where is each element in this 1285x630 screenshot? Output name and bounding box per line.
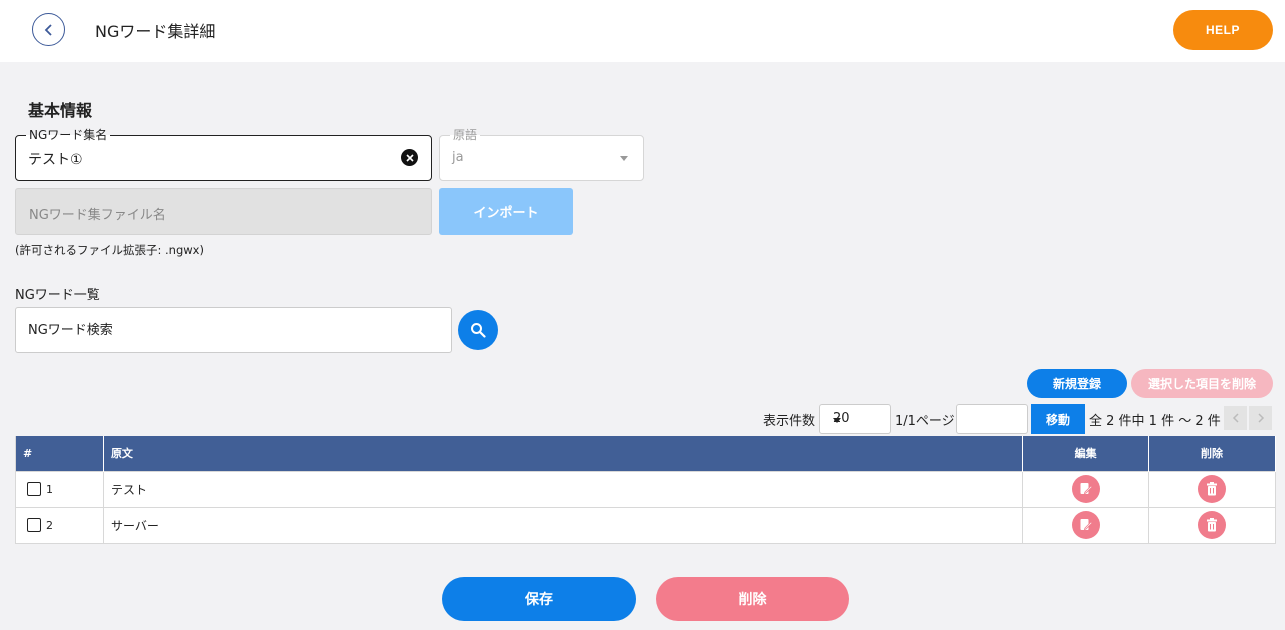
import-button[interactable]: インポート bbox=[439, 188, 573, 235]
edit-cell bbox=[1022, 470, 1150, 507]
chevron-right-icon bbox=[1257, 413, 1264, 423]
delete-selected-button[interactable]: 選択した項目を削除 bbox=[1131, 369, 1273, 398]
edit-icon bbox=[1080, 519, 1093, 531]
col-header-number: # bbox=[15, 436, 104, 471]
page-title: NGワード集詳細 bbox=[95, 22, 216, 41]
source-language-label: 原語 bbox=[450, 127, 481, 143]
trash-icon bbox=[1207, 518, 1218, 532]
search-button[interactable] bbox=[458, 310, 498, 350]
row-number: 1 bbox=[46, 482, 53, 496]
edit-button[interactable] bbox=[1071, 475, 1100, 503]
back-button[interactable] bbox=[32, 13, 65, 46]
col-header-delete: 削除 bbox=[1148, 436, 1276, 471]
edit-icon bbox=[1080, 483, 1093, 495]
per-page-label: 表示件数 bbox=[763, 414, 816, 429]
trash-icon bbox=[1207, 482, 1218, 496]
page-info: 1/1ページ bbox=[895, 414, 955, 429]
record-count-info: 全 2 件中 1 件 ～ 2 件 bbox=[1089, 414, 1221, 429]
ngword-list-title: NGワード一覧 bbox=[15, 288, 100, 303]
chevron-left-icon bbox=[1232, 413, 1239, 423]
caret-down-icon bbox=[833, 418, 841, 423]
close-circle-icon[interactable] bbox=[401, 149, 418, 166]
delete-cell bbox=[1148, 470, 1276, 507]
new-register-button[interactable]: 新規登録 bbox=[1027, 369, 1127, 398]
ngword-search-input[interactable] bbox=[16, 308, 451, 352]
source-text-cell: サーバー bbox=[103, 506, 1024, 544]
ngword-set-name-label: NGワード集名 bbox=[26, 127, 111, 143]
delete-row-button[interactable] bbox=[1198, 475, 1227, 503]
go-page-button[interactable]: 移動 bbox=[1031, 404, 1085, 434]
help-button[interactable]: HELP bbox=[1173, 10, 1273, 50]
file-extension-hint: (許可されるファイル拡張子: .ngwx) bbox=[15, 243, 204, 257]
ngword-file-field: NGワード集ファイル名 bbox=[15, 188, 432, 235]
ngword-set-name-field[interactable]: NGワード集名 テスト① bbox=[15, 127, 432, 181]
table-row: 2 サーバー bbox=[15, 506, 1276, 544]
ngword-search-box[interactable] bbox=[15, 307, 452, 353]
col-header-source-text: 原文 bbox=[103, 436, 1024, 471]
source-language-select: 原語 ja bbox=[439, 127, 644, 181]
ngword-file-placeholder: NGワード集ファイル名 bbox=[29, 208, 166, 223]
search-icon bbox=[471, 323, 486, 338]
page-number-input[interactable] bbox=[956, 404, 1028, 434]
delete-row-button[interactable] bbox=[1198, 511, 1227, 539]
ngword-table: # 原文 編集 削除 1 テスト 2 サーバー bbox=[15, 436, 1276, 544]
source-text-cell: テスト bbox=[103, 470, 1024, 507]
caret-down-icon bbox=[620, 156, 628, 161]
next-page-button[interactable] bbox=[1249, 406, 1272, 430]
section-title-basic: 基本情報 bbox=[28, 101, 93, 120]
row-select-cell: 1 bbox=[15, 470, 104, 507]
save-button[interactable]: 保存 bbox=[442, 577, 636, 621]
row-number: 2 bbox=[46, 518, 53, 532]
col-header-edit: 編集 bbox=[1022, 436, 1150, 471]
row-checkbox[interactable] bbox=[27, 482, 41, 497]
chevron-left-icon bbox=[44, 23, 52, 36]
prev-page-button[interactable] bbox=[1224, 406, 1247, 430]
delete-cell bbox=[1148, 506, 1276, 544]
header: NGワード集詳細 HELP bbox=[0, 0, 1285, 62]
table-header-row: # 原文 編集 削除 bbox=[15, 436, 1276, 471]
ngword-set-name-value[interactable]: テスト① bbox=[28, 149, 83, 169]
row-checkbox[interactable] bbox=[27, 518, 41, 533]
edit-button[interactable] bbox=[1071, 511, 1100, 539]
delete-button[interactable]: 削除 bbox=[656, 577, 849, 621]
edit-cell bbox=[1022, 506, 1150, 544]
table-row: 1 テスト bbox=[15, 470, 1276, 507]
row-select-cell: 2 bbox=[15, 506, 104, 544]
source-language-value: ja bbox=[452, 150, 464, 165]
per-page-select[interactable]: 20 bbox=[819, 404, 891, 434]
